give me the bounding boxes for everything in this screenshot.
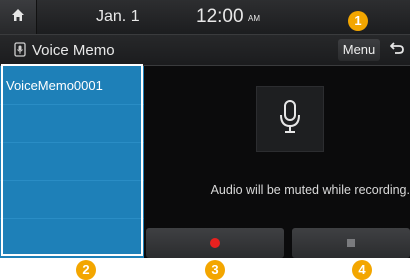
ampm-indicator: AM bbox=[248, 14, 260, 23]
record-icon bbox=[210, 238, 220, 248]
recording-notice: Audio will be muted while recording. bbox=[210, 183, 410, 197]
title-bar: Voice Memo Menu bbox=[0, 35, 410, 66]
callout-badge: 1 bbox=[348, 11, 368, 31]
callout-badge: 2 bbox=[76, 260, 96, 280]
back-button[interactable] bbox=[384, 39, 410, 61]
voice-memo-icon bbox=[14, 42, 26, 57]
callout-badge: 4 bbox=[352, 260, 372, 280]
home-icon bbox=[11, 8, 25, 27]
date-display: Jan. 1 bbox=[96, 8, 140, 25]
home-button[interactable] bbox=[0, 0, 37, 34]
menu-button[interactable]: Menu bbox=[338, 39, 380, 61]
stop-button[interactable] bbox=[292, 228, 410, 258]
back-arrow-icon bbox=[389, 41, 405, 60]
record-button[interactable] bbox=[146, 228, 284, 258]
microphone-icon bbox=[279, 99, 301, 139]
callout-badge: 3 bbox=[205, 260, 225, 280]
microphone-display bbox=[256, 86, 324, 152]
clock-display: 12:00 bbox=[196, 6, 244, 27]
page-title: Voice Memo bbox=[32, 42, 115, 59]
stop-icon bbox=[347, 239, 355, 247]
list-highlight-frame bbox=[1, 64, 143, 256]
